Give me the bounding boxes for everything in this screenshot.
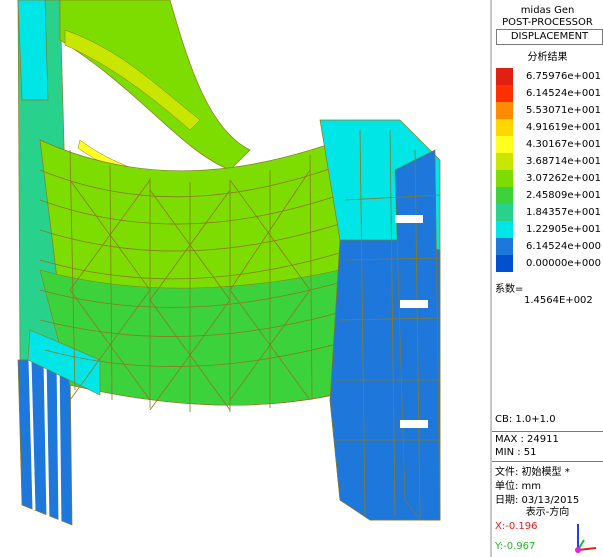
legend-value: 4.30167e+001: [526, 139, 601, 150]
legend-row: 4.91619e+001: [496, 119, 602, 136]
legend-swatch: [496, 204, 513, 221]
separator: [492, 461, 603, 462]
legend-swatch: [496, 68, 513, 85]
legend-value: 2.45809e+001: [526, 190, 601, 201]
axis-triad-icon: [575, 524, 597, 553]
legend-value: 6.14524e+000: [526, 241, 601, 252]
legend-value: 5.53071e+001: [526, 105, 601, 116]
result-type: DISPLACEMENT: [496, 29, 603, 45]
legend-swatch: [496, 238, 513, 255]
legend-value: 1.22905e+001: [526, 224, 601, 235]
legend-swatch: [496, 153, 513, 170]
unit-label: 单位: mm: [495, 481, 542, 492]
min-value: MIN : 51: [495, 447, 537, 458]
date-label: 日期: 03/13/2015: [495, 495, 580, 506]
legend-value: 0.00000e+000: [526, 258, 601, 269]
legend-swatch: [496, 255, 513, 272]
mode-label: POST-PROCESSOR: [502, 17, 593, 28]
factor-value: 1.4564E+002: [524, 295, 593, 306]
structure-model: [17, 0, 441, 526]
legend-row: 6.14524e+001: [496, 85, 602, 102]
legend-swatch: [496, 221, 513, 238]
legend-row: 3.07262e+001: [496, 170, 602, 187]
model-viewport[interactable]: [0, 0, 490, 557]
y-direction: Y:-0.967: [495, 541, 536, 552]
legend-swatch: [496, 136, 513, 153]
upper-arc: [59, 0, 251, 186]
legend-value: 6.75976e+001: [526, 71, 601, 82]
legend-row: 2.45809e+001: [496, 187, 602, 204]
legend-row: 5.53071e+001: [496, 102, 602, 119]
legend-swatch: [496, 170, 513, 187]
legend-swatch: [496, 102, 513, 119]
legend-swatch: [496, 85, 513, 102]
legend-row: 0.00000e+000: [496, 255, 602, 272]
legend-row: 1.84357e+001: [496, 204, 602, 221]
cb-label: CB: 1.0+1.0: [495, 414, 556, 425]
right-tower: [319, 119, 441, 521]
separator: [492, 431, 603, 432]
factor-label: 系数=: [495, 284, 524, 295]
legend-row: 6.75976e+001: [496, 68, 602, 85]
legend-value: 4.91619e+001: [526, 122, 601, 133]
legend-row: 3.68714e+001: [496, 153, 602, 170]
legend-row: 4.30167e+001: [496, 136, 602, 153]
x-direction: X:-0.196: [495, 521, 538, 532]
legend-panel: midas Gen POST-PROCESSOR DISPLACEMENT 分析…: [492, 0, 603, 557]
legend-value: 3.68714e+001: [526, 156, 601, 167]
legend-swatch: [496, 187, 513, 204]
legend-value: 6.14524e+001: [526, 88, 601, 99]
legend-value: 3.07262e+001: [526, 173, 601, 184]
legend-swatch: [496, 119, 513, 136]
max-value: MAX : 24911: [495, 434, 559, 445]
file-label: 文件: 初始模型 *: [495, 467, 570, 478]
analysis-title: 分析结果: [527, 52, 568, 63]
legend-value: 1.84357e+001: [526, 207, 601, 218]
legend-row: 1.22905e+001: [496, 221, 602, 238]
legend-row: 6.14524e+000: [496, 238, 602, 255]
